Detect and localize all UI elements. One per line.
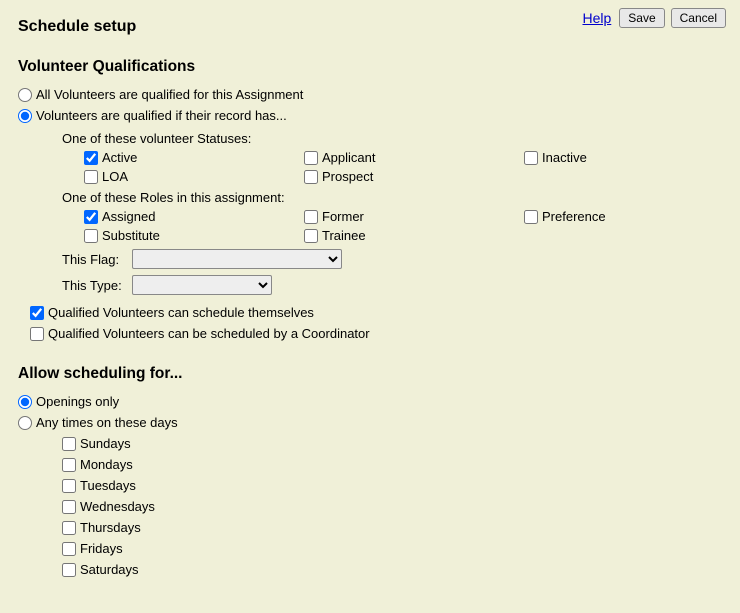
day-sun-label: Sundays: [80, 435, 131, 453]
status-applicant-label: Applicant: [322, 150, 375, 165]
allow-heading: Allow scheduling for...: [18, 365, 722, 383]
save-button[interactable]: Save: [619, 8, 664, 28]
self-schedule-checkbox[interactable]: [30, 306, 44, 320]
qualifications-heading: Volunteer Qualifications: [18, 58, 722, 76]
day-sun-checkbox[interactable]: [62, 437, 76, 451]
day-mon-checkbox[interactable]: [62, 458, 76, 472]
day-wed-checkbox[interactable]: [62, 500, 76, 514]
status-prospect-label: Prospect: [322, 169, 373, 184]
role-trainee-label: Trainee: [322, 228, 366, 243]
day-fri-label: Fridays: [80, 540, 123, 558]
qual-all-radio[interactable]: [18, 88, 32, 102]
openings-only-radio[interactable]: [18, 395, 32, 409]
roles-grid: Assigned Former Preference Substitute Tr…: [84, 209, 722, 243]
role-substitute-label: Substitute: [102, 228, 160, 243]
status-inactive-label: Inactive: [542, 150, 587, 165]
day-thu-label: Thursdays: [80, 519, 141, 537]
cancel-button[interactable]: Cancel: [671, 8, 726, 28]
role-preference-label: Preference: [542, 209, 606, 224]
qual-if-label: Volunteers are qualified if their record…: [36, 107, 287, 125]
role-former-label: Former: [322, 209, 364, 224]
coordinator-schedule-label: Qualified Volunteers can be scheduled by…: [48, 326, 370, 341]
day-sat-checkbox[interactable]: [62, 563, 76, 577]
openings-only-label: Openings only: [36, 393, 119, 411]
day-wed-label: Wednesdays: [80, 498, 155, 516]
type-select[interactable]: [132, 275, 272, 295]
status-inactive-checkbox[interactable]: [524, 151, 538, 165]
roles-heading: One of these Roles in this assignment:: [62, 190, 722, 205]
status-applicant-checkbox[interactable]: [304, 151, 318, 165]
status-active-checkbox[interactable]: [84, 151, 98, 165]
role-assigned-label: Assigned: [102, 209, 155, 224]
day-mon-label: Mondays: [80, 456, 133, 474]
role-substitute-checkbox[interactable]: [84, 229, 98, 243]
day-thu-checkbox[interactable]: [62, 521, 76, 535]
qual-all-label: All Volunteers are qualified for this As…: [36, 86, 303, 104]
status-prospect-checkbox[interactable]: [304, 170, 318, 184]
statuses-heading: One of these volunteer Statuses:: [62, 131, 722, 146]
day-fri-checkbox[interactable]: [62, 542, 76, 556]
day-tue-label: Tuesdays: [80, 477, 136, 495]
qual-if-radio[interactable]: [18, 109, 32, 123]
coordinator-schedule-checkbox[interactable]: [30, 327, 44, 341]
flag-select[interactable]: [132, 249, 342, 269]
role-former-checkbox[interactable]: [304, 210, 318, 224]
status-active-label: Active: [102, 150, 137, 165]
role-assigned-checkbox[interactable]: [84, 210, 98, 224]
top-actions: Help Save Cancel: [582, 8, 726, 28]
role-trainee-checkbox[interactable]: [304, 229, 318, 243]
status-loa-checkbox[interactable]: [84, 170, 98, 184]
day-tue-checkbox[interactable]: [62, 479, 76, 493]
self-schedule-label: Qualified Volunteers can schedule themse…: [48, 305, 314, 320]
type-label: This Type:: [62, 278, 126, 293]
help-link[interactable]: Help: [582, 10, 611, 26]
status-loa-label: LOA: [102, 169, 128, 184]
days-list: Sundays Mondays Tuesdays Wednesdays Thur…: [18, 435, 722, 579]
any-days-label: Any times on these days: [36, 414, 178, 432]
statuses-grid: Active Applicant Inactive LOA Prospect: [84, 150, 722, 184]
day-sat-label: Saturdays: [80, 561, 139, 579]
role-preference-checkbox[interactable]: [524, 210, 538, 224]
flag-label: This Flag:: [62, 252, 126, 267]
any-days-radio[interactable]: [18, 416, 32, 430]
